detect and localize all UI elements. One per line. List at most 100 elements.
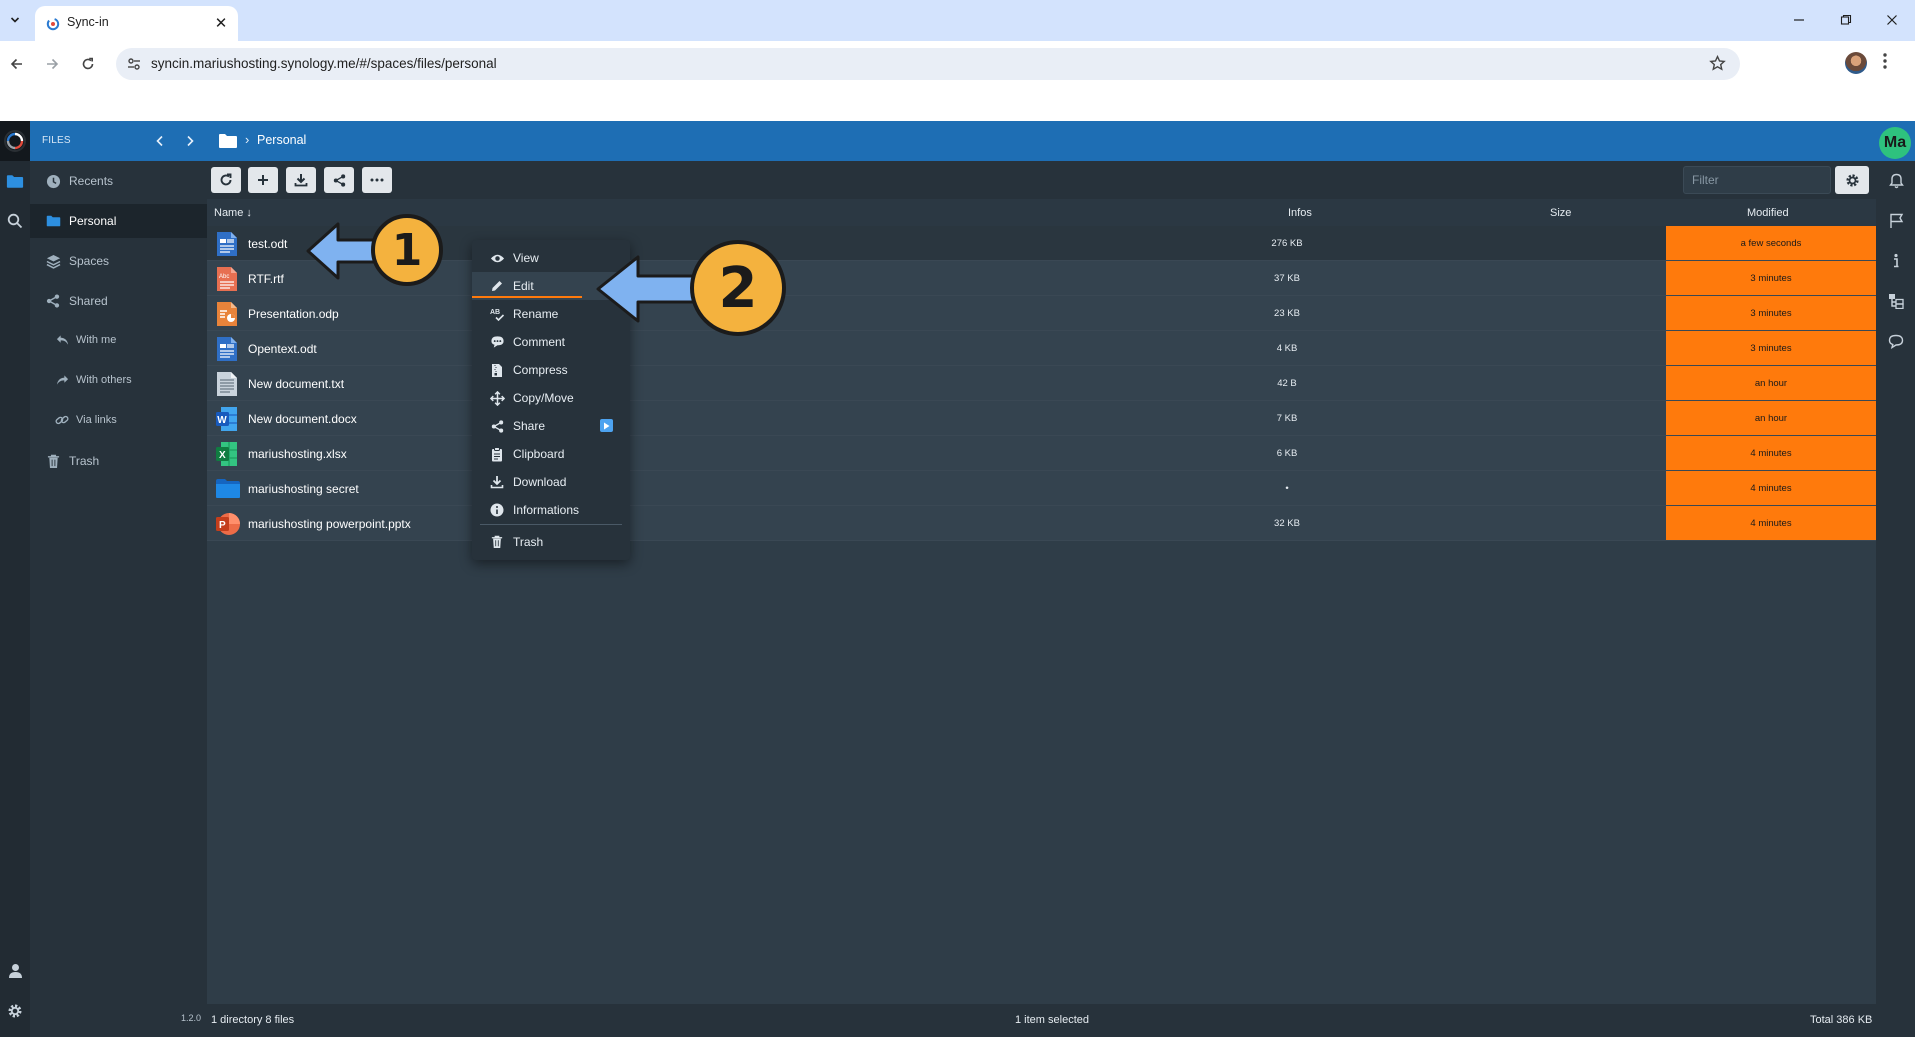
info-icon[interactable]	[1886, 251, 1906, 271]
menu-item-comment[interactable]: Comment	[472, 328, 630, 356]
sidebar-item-trash[interactable]: Trash	[30, 444, 207, 478]
comments-icon[interactable]	[1886, 331, 1906, 351]
info-circle-icon	[489, 502, 505, 518]
file-modified: 3 minutes	[1666, 261, 1876, 295]
download-button[interactable]	[286, 167, 316, 193]
file-name[interactable]: mariushosting.xlsx	[248, 447, 347, 461]
sidebar-item-via-links[interactable]: Via links	[30, 403, 207, 437]
user-icon[interactable]	[5, 961, 25, 981]
settings-gear-icon[interactable]	[5, 1001, 25, 1021]
sidebar-item-label: With me	[76, 334, 117, 346]
filter-input[interactable]	[1683, 166, 1831, 194]
site-info-icon[interactable]	[126, 56, 142, 72]
file-size: 23 KB	[1274, 308, 1300, 319]
tab-search-button[interactable]	[4, 8, 26, 32]
restore-window-icon[interactable]	[1834, 9, 1858, 31]
menu-item-clipboard[interactable]: Clipboard	[472, 440, 630, 468]
minimize-window-icon[interactable]	[1787, 9, 1811, 31]
file-name[interactable]: mariushosting secret	[248, 482, 359, 496]
menu-item-trash[interactable]: Trash	[472, 528, 630, 556]
file-modified: 4 minutes	[1666, 471, 1876, 505]
history-back-icon[interactable]	[151, 132, 169, 150]
pencil-icon	[489, 278, 505, 294]
clipboard-icon	[489, 446, 505, 462]
file-name[interactable]: RTF.rtf	[248, 272, 284, 286]
file-name[interactable]: test.odt	[248, 237, 287, 251]
table-row[interactable]: P mariushosting powerpoint.pptx 32 KB 4 …	[207, 506, 1876, 541]
sidebar-item-recents[interactable]: Recents	[30, 164, 207, 198]
sync-in-logo-icon[interactable]	[0, 121, 30, 161]
files-folder-icon[interactable]	[5, 171, 25, 191]
menu-item-compress[interactable]: Compress	[472, 356, 630, 384]
reload-icon[interactable]	[75, 51, 101, 77]
file-modified: 3 minutes	[1666, 331, 1876, 365]
archive-icon	[489, 362, 505, 378]
table-row[interactable]: X mariushosting.xlsx 6 KB 4 minutes	[207, 436, 1876, 471]
sidebar-item-with-others[interactable]: With others	[30, 363, 207, 397]
column-infos[interactable]: Infos	[1288, 207, 1312, 219]
menu-item-share[interactable]: Share	[472, 412, 630, 440]
address-bar[interactable]: syncin.mariushosting.synology.me/#/space…	[116, 48, 1740, 80]
user-avatar[interactable]: Ma	[1879, 127, 1911, 159]
svg-text:X: X	[219, 450, 226, 461]
url-text: syncin.mariushosting.synology.me/#/space…	[151, 56, 497, 71]
svg-text:W: W	[217, 415, 227, 426]
flag-icon[interactable]	[1886, 211, 1906, 231]
table-row[interactable]: mariushosting secret • 4 minutes	[207, 471, 1876, 506]
column-size[interactable]: Size	[1550, 207, 1571, 219]
more-actions-button[interactable]	[362, 167, 392, 193]
file-name[interactable]: mariushosting powerpoint.pptx	[248, 517, 411, 531]
app-version: 1.2.0	[181, 1013, 202, 1023]
sidebar-item-personal[interactable]: Personal	[30, 204, 207, 238]
menu-item-copy-move[interactable]: Copy/Move	[472, 384, 630, 412]
browser-menu-icon[interactable]	[1882, 52, 1888, 70]
column-name[interactable]: Name ↓	[214, 207, 252, 219]
menu-item-label: Comment	[513, 335, 566, 349]
sidebar-item-label: With others	[76, 374, 132, 386]
reply-icon	[54, 332, 70, 348]
search-icon[interactable]	[5, 211, 25, 231]
menu-item-label: Copy/Move	[513, 391, 574, 405]
close-window-icon[interactable]	[1880, 9, 1904, 31]
browser-tab[interactable]: Sync-in ✕	[35, 6, 238, 41]
sidebar-item-with-me[interactable]: With me	[30, 323, 207, 357]
refresh-button[interactable]	[211, 167, 241, 193]
trash-icon	[489, 534, 505, 550]
file-name[interactable]: New document.txt	[248, 377, 344, 391]
submenu-arrow-icon	[600, 419, 613, 432]
bookmark-star-icon[interactable]	[1709, 55, 1726, 72]
sidebar-item-spaces[interactable]: Spaces	[30, 244, 207, 278]
bell-icon[interactable]	[1886, 171, 1906, 191]
odp-presentation-icon	[215, 301, 239, 327]
file-name[interactable]: Opentext.odt	[248, 342, 317, 356]
status-total-size: Total 386 KB	[1810, 1014, 1873, 1026]
sync-in-favicon-icon	[46, 17, 60, 31]
file-name[interactable]: New document.docx	[248, 412, 357, 426]
table-row[interactable]: W New document.docx 7 KB an hour	[207, 401, 1876, 436]
breadcrumb[interactable]: Personal	[257, 133, 306, 147]
add-button[interactable]	[248, 167, 278, 193]
sidebar-item-shared[interactable]: Shared	[30, 284, 207, 318]
table-row[interactable]: test.odt 276 KB a few seconds	[207, 226, 1876, 261]
breadcrumb-chevron-icon: ›	[245, 132, 250, 147]
svg-text:Abc: Abc	[219, 274, 229, 280]
forward-arrow-icon[interactable]	[39, 51, 65, 77]
menu-item-download[interactable]: Download	[472, 468, 630, 496]
sidebar-item-label: Spaces	[69, 254, 110, 268]
table-row[interactable]: Opentext.odt 4 KB 3 minutes	[207, 331, 1876, 366]
back-arrow-icon[interactable]	[4, 51, 30, 77]
status-selection: 1 item selected	[1015, 1014, 1089, 1026]
browser-profile-avatar[interactable]	[1845, 52, 1867, 74]
column-modified[interactable]: Modified	[1747, 207, 1789, 219]
view-settings-button[interactable]	[1835, 166, 1869, 194]
file-name[interactable]: Presentation.odp	[248, 307, 339, 321]
folder-tree-icon[interactable]	[1886, 291, 1906, 311]
menu-item-informations[interactable]: Informations	[472, 496, 630, 524]
table-row[interactable]: Abc RTF.rtf 37 KB 3 minutes	[207, 261, 1876, 296]
table-row[interactable]: Presentation.odp 23 KB 3 minutes	[207, 296, 1876, 331]
app-icon-rail	[0, 161, 30, 1037]
close-tab-icon[interactable]: ✕	[212, 14, 230, 32]
history-forward-icon[interactable]	[181, 132, 199, 150]
table-row[interactable]: New document.txt 42 B an hour	[207, 366, 1876, 401]
share-button[interactable]	[324, 167, 354, 193]
